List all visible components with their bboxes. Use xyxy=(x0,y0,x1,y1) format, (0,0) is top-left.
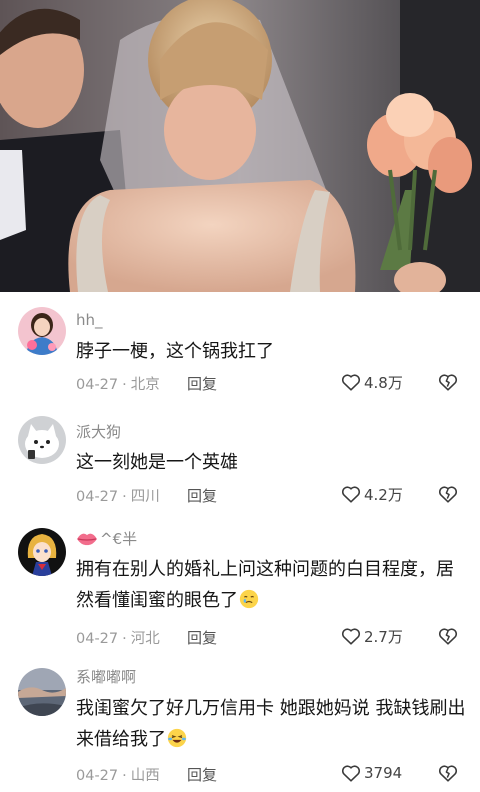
comment-meta: 04-27 · 山西 xyxy=(76,764,160,785)
like-count: 4.2万 xyxy=(364,485,403,504)
landscape-avatar-icon xyxy=(18,668,66,716)
comment-location: 北京 xyxy=(130,377,160,393)
like-button[interactable]: 4.8万 xyxy=(340,371,403,393)
comment-username[interactable]: 派大狗 xyxy=(76,421,121,442)
comment-date: 04-27 xyxy=(76,489,119,505)
anime-girl-avatar-icon xyxy=(18,528,66,576)
comment-text-content: 我闺蜜欠了好几万信用卡 她跟她妈说 我缺钱刷出来借给我了 xyxy=(76,698,466,750)
meta-separator: · xyxy=(122,489,127,505)
heart-icon xyxy=(341,628,361,645)
crying-face-emoji-icon xyxy=(239,589,259,609)
meta-separator: · xyxy=(122,768,127,784)
comment-item: hh_ 脖子一梗，这个锅我扛了 04-27 · 北京 回复 4.8万 xyxy=(0,292,480,404)
user-avatar[interactable] xyxy=(18,307,66,355)
broken-heart-icon xyxy=(438,486,458,503)
user-avatar[interactable] xyxy=(18,528,66,576)
like-count: 4.8万 xyxy=(364,373,403,392)
broken-heart-icon xyxy=(438,374,458,391)
meta-separator: · xyxy=(122,377,127,393)
like-count: 2.7万 xyxy=(364,627,403,646)
comment-username[interactable]: hh_ xyxy=(76,311,103,329)
broken-heart-icon xyxy=(438,765,458,782)
meta-separator: · xyxy=(122,631,127,647)
comment-meta: 04-27 · 四川 xyxy=(76,485,160,506)
like-button[interactable]: 3794 xyxy=(340,762,402,784)
user-avatar[interactable] xyxy=(18,668,66,716)
like-button[interactable]: 4.2万 xyxy=(340,483,403,505)
dislike-button[interactable] xyxy=(437,483,459,509)
cat-avatar-icon xyxy=(18,416,66,464)
comment-meta: 04-27 · 北京 xyxy=(76,373,160,394)
comment-text: 这一刻她是一个英雄 xyxy=(76,452,238,473)
reply-button[interactable]: 回复 xyxy=(187,627,217,648)
comment-text-content: 拥有在别人的婚礼上问这种问题的白目程度，居然看懂闺蜜的眼色了 xyxy=(76,559,454,611)
like-button[interactable]: 2.7万 xyxy=(340,625,403,647)
comment-username[interactable]: 系嘟嘟啊 xyxy=(76,666,136,687)
video-still-image xyxy=(0,0,480,292)
comment-date: 04-27 xyxy=(76,768,119,784)
comment-location: 河北 xyxy=(130,631,160,647)
comment-username[interactable]: ^€半 xyxy=(76,528,137,549)
reply-button[interactable]: 回复 xyxy=(187,485,217,506)
comment-date: 04-27 xyxy=(76,377,119,393)
girl-avatar-icon xyxy=(18,307,66,355)
comment-list: hh_ 脖子一梗，这个锅我扛了 04-27 · 北京 回复 4.8万 派大狗 这… xyxy=(0,292,480,792)
comment-item: 派大狗 这一刻她是一个英雄 04-27 · 四川 回复 4.2万 xyxy=(0,404,480,516)
broken-heart-icon xyxy=(438,628,458,645)
comment-username-text: ^€半 xyxy=(100,530,138,548)
comment-location: 山西 xyxy=(130,768,160,784)
comment-location: 四川 xyxy=(130,489,160,505)
dislike-button[interactable] xyxy=(437,625,459,651)
video-frame[interactable] xyxy=(0,0,480,292)
heart-icon xyxy=(341,765,361,782)
user-avatar[interactable] xyxy=(18,416,66,464)
dislike-button[interactable] xyxy=(437,371,459,397)
comment-meta: 04-27 · 河北 xyxy=(76,627,160,648)
heart-icon xyxy=(341,374,361,391)
comment-date: 04-27 xyxy=(76,631,119,647)
lips-icon xyxy=(77,533,97,545)
reply-button[interactable]: 回复 xyxy=(187,373,217,394)
dislike-button[interactable] xyxy=(437,762,459,788)
comment-item: ^€半 拥有在别人的婚礼上问这种问题的白目程度，居然看懂闺蜜的眼色了 04-27… xyxy=(0,516,480,658)
comment-text: 我闺蜜欠了好几万信用卡 她跟她妈说 我缺钱刷出来借给我了 xyxy=(76,693,466,755)
like-count: 3794 xyxy=(364,764,403,782)
comment-text: 脖子一梗，这个锅我扛了 xyxy=(76,341,274,362)
comment-text: 拥有在别人的婚礼上问这种问题的白目程度，居然看懂闺蜜的眼色了 xyxy=(76,554,466,616)
heart-icon xyxy=(341,486,361,503)
laughing-crying-emoji-icon xyxy=(167,728,187,748)
reply-button[interactable]: 回复 xyxy=(187,764,217,785)
comment-item: 系嘟嘟啊 我闺蜜欠了好几万信用卡 她跟她妈说 我缺钱刷出来借给我了 04-27 ·… xyxy=(0,658,480,792)
